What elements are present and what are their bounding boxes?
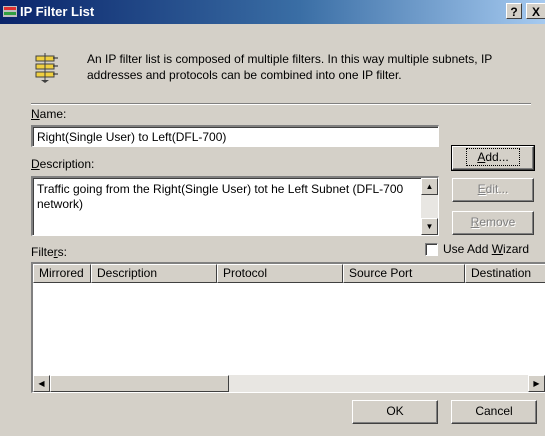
close-button[interactable]: X [526, 3, 545, 19]
column-source-port[interactable]: Source Port [343, 264, 465, 283]
description-text: Traffic going from the Right(Single User… [37, 182, 404, 211]
filters-label: Filters: [31, 245, 68, 259]
help-button[interactable]: ? [506, 3, 522, 19]
column-destination[interactable]: Destination [465, 264, 545, 283]
filters-horizontal-scrollbar[interactable]: ◀ ▶ [33, 375, 545, 392]
column-protocol[interactable]: Protocol [217, 264, 343, 283]
description-textarea[interactable]: Traffic going from the Right(Single User… [31, 176, 439, 236]
scroll-left-icon[interactable]: ◀ [33, 375, 50, 392]
name-label: Name: [31, 107, 67, 121]
help-icon: ? [510, 5, 518, 19]
separator [31, 103, 531, 105]
cancel-button[interactable]: Cancel [451, 400, 537, 424]
description-scrollbar[interactable]: ▲ ▼ [421, 178, 438, 235]
add-button[interactable]: Add... [451, 145, 535, 171]
remove-button[interactable]: Remove [452, 211, 534, 235]
title-bar[interactable]: IP Filter List ? X [0, 0, 545, 24]
intro-text: An IP filter list is composed of multipl… [87, 52, 493, 82]
edit-button[interactable]: Edit... [452, 178, 534, 202]
ip-filter-icon [3, 6, 17, 17]
name-input[interactable]: Right(Single User) to Left(DFL-700) [31, 125, 439, 147]
ok-button[interactable]: OK [352, 400, 438, 424]
description-label: Description: [31, 157, 95, 171]
list-header: Mirrored Description Protocol Source Por… [33, 264, 545, 283]
filters-list[interactable]: Mirrored Description Protocol Source Por… [31, 262, 545, 393]
column-description[interactable]: Description [91, 264, 217, 283]
close-icon: X [531, 5, 540, 19]
filter-list-icon [35, 53, 58, 83]
use-add-wizard-checkbox[interactable]: Use Add Wizard [425, 242, 545, 258]
scroll-down-icon[interactable]: ▼ [421, 218, 438, 235]
column-mirrored[interactable]: Mirrored [33, 264, 91, 283]
use-add-wizard-label: Use Add Wizard [443, 242, 530, 256]
window-title: IP Filter List [20, 4, 95, 19]
checkbox-box[interactable] [425, 243, 438, 256]
scroll-right-icon[interactable]: ▶ [528, 375, 545, 392]
scroll-up-icon[interactable]: ▲ [421, 178, 438, 195]
scroll-thumb[interactable] [50, 375, 229, 392]
